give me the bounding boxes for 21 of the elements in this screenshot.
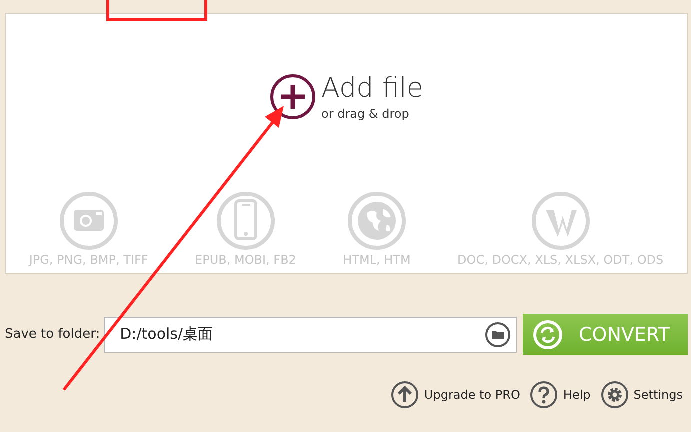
add-icon[interactable]	[270, 74, 316, 120]
format-label: DOC, DOCX, XLS, XLSX, ODT, ODS	[458, 253, 664, 267]
globe-icon	[346, 191, 407, 251]
footer-link[interactable]: Upgrade to PRO	[391, 381, 520, 409]
help-icon	[530, 381, 558, 409]
settings-icon	[600, 381, 629, 409]
add-file-title[interactable]: Add file	[322, 73, 424, 105]
w-letter-icon	[530, 191, 591, 251]
format-label: EPUB, MOBI, FB2	[195, 253, 296, 267]
footer-link[interactable]: Settings	[600, 381, 683, 409]
refresh-icon	[533, 320, 563, 350]
drag-drop-hint: or drag & drop	[322, 107, 410, 121]
camera-icon	[58, 191, 119, 251]
folder-icon[interactable]	[485, 322, 511, 348]
footer-link[interactable]: Help	[530, 381, 591, 409]
phone-icon	[216, 191, 276, 251]
format-label: JPG, PNG, BMP, TIFF	[29, 253, 148, 267]
drop-area[interactable]: Add file or drag & drop JPG, PNG, BMP, TIFF EPUB, MOBI, FB2 HTML, HTM DOC, DOCX, XLS, XLSX, ODT, ODS	[5, 13, 688, 274]
folder-path-field[interactable]: D:/tools/桌面	[104, 316, 517, 352]
format-label: HTML, HTM	[343, 253, 411, 267]
save-folder-label: Save to folder:	[5, 327, 100, 342]
